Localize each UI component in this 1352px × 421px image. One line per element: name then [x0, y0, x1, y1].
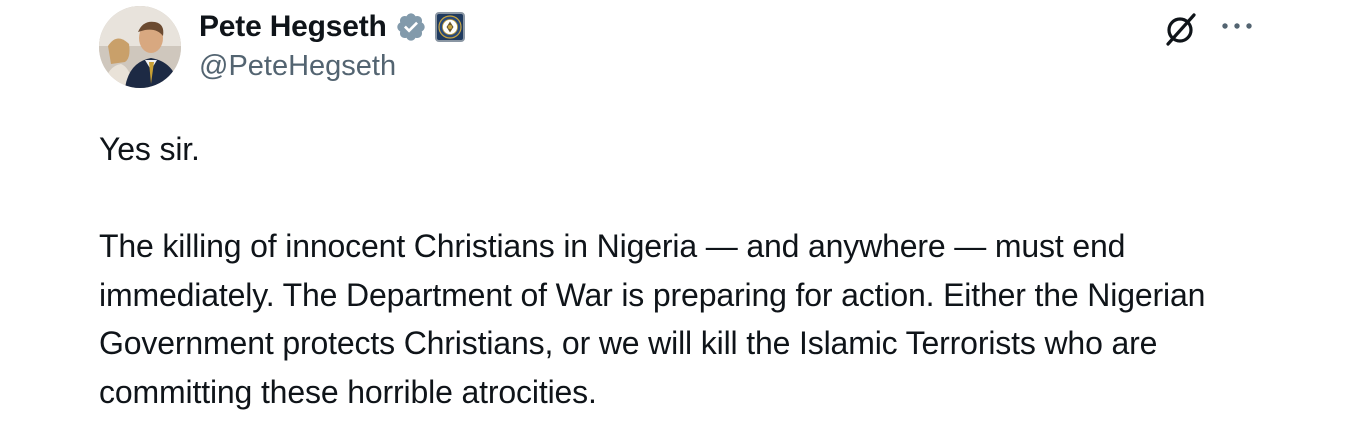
tweet-text: Yes sir. The killing of innocent Christi… [99, 125, 1289, 416]
grok-icon[interactable] [1163, 11, 1199, 47]
seal-emblem-icon [438, 15, 462, 39]
tweet-paragraph: The killing of innocent Christians in Ni… [99, 228, 1206, 410]
tweet-card: Pete Hegseth @PeteHegseth Yes sir. The k… [0, 0, 1352, 421]
tweet-paragraph: Yes sir. [99, 131, 200, 167]
author-handle[interactable]: @PeteHegseth [199, 50, 465, 83]
avatar-photo [99, 6, 181, 88]
author-block: Pete Hegseth @PeteHegseth [199, 6, 465, 83]
department-seal-icon[interactable] [434, 12, 465, 42]
name-row: Pete Hegseth [199, 6, 465, 48]
verified-badge-icon[interactable] [395, 11, 427, 43]
avatar[interactable] [99, 6, 181, 88]
author-display-name[interactable]: Pete Hegseth [199, 10, 387, 44]
more-horizontal-icon[interactable] [1220, 14, 1254, 38]
